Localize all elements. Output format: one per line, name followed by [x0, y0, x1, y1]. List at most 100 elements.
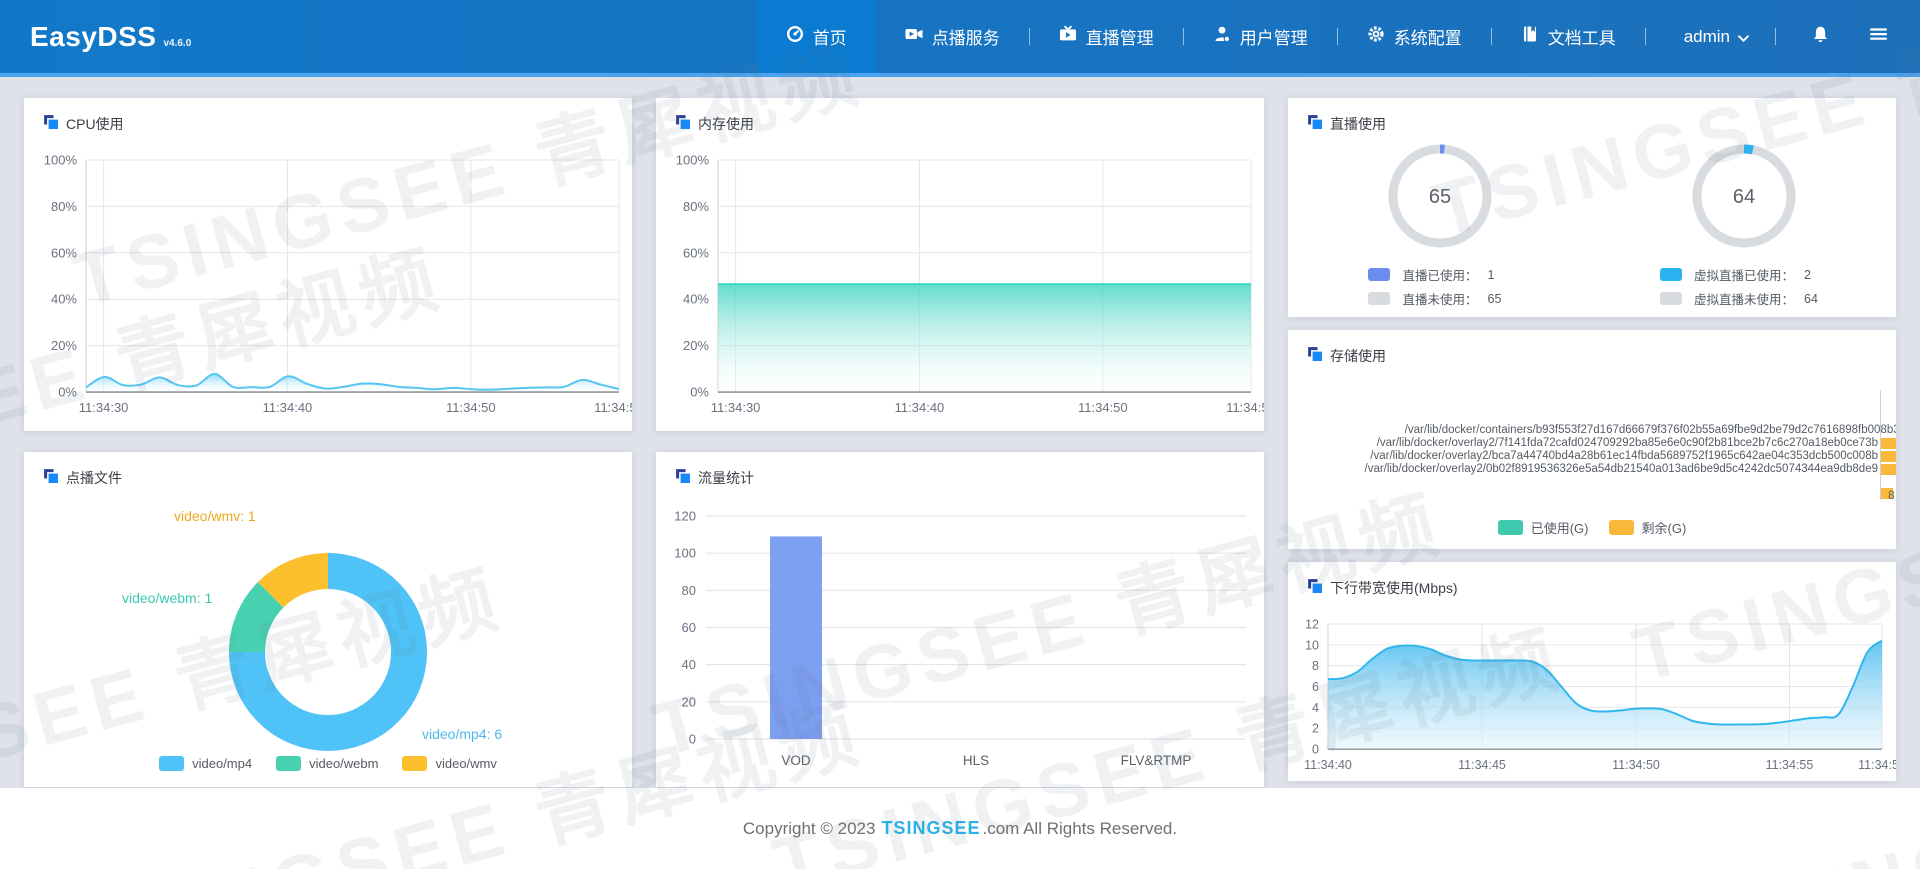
navbar-accent-strip: [0, 73, 1920, 77]
legend-label: 已使用(G): [1530, 521, 1589, 536]
app-version: v4.6.0: [163, 37, 192, 49]
nav-divider: [1775, 28, 1776, 45]
legend-item-mp4[interactable]: video/mp4: [159, 756, 252, 771]
nav-label: 点播服务: [931, 29, 1000, 48]
legend-item-used[interactable]: 已使用(G): [1497, 518, 1589, 537]
storage-axis-tick: 8: [1888, 488, 1895, 502]
column-right: 直播使用 65 直播已使用： 1 直播未使用： 65 64 虚拟直播已使用： 2…: [1288, 98, 1896, 787]
hamburger-icon: [1869, 25, 1888, 48]
panel-chart-icon: [1308, 578, 1322, 598]
storage-bar-remaining: [1881, 451, 1896, 462]
legend-row: 虚拟直播未使用： 64: [1659, 289, 1828, 308]
storage-path: /var/lib/docker/overlay2/7f141fda72cafd0…: [1376, 437, 1878, 449]
storage-path: /var/lib/docker/containers/b93f553f27d16…: [1404, 424, 1896, 436]
panel-title: 流量统计: [698, 470, 754, 486]
svg-text:4: 4: [1312, 701, 1319, 715]
storage-path-labels: /var/lib/docker/containers/b93f553f27d16…: [1288, 424, 1897, 476]
legend-label: video/wmv: [435, 756, 497, 771]
svg-text:11:34:30: 11:34:30: [711, 400, 761, 415]
svg-text:11:34:58: 11:34:58: [1858, 758, 1896, 772]
svg-text:100%: 100%: [44, 153, 78, 168]
footer-brand-logo: TSINGSEE: [881, 818, 981, 838]
virtual-live-gauge: 64: [1688, 140, 1800, 257]
legend-label: 剩余(G): [1641, 521, 1687, 536]
page-footer: Copyright © 2023 TSINGSEE .com All Right…: [0, 788, 1920, 869]
svg-text:8: 8: [1312, 659, 1319, 673]
panel-header: 内存使用: [656, 98, 1264, 134]
legend-swatch: [159, 756, 185, 771]
panel-title: 点播文件: [66, 470, 122, 486]
legend-row: 虚拟直播已使用： 2: [1659, 265, 1828, 284]
svg-text:100: 100: [674, 546, 696, 561]
nav-item-live-management[interactable]: 直播管理: [1030, 0, 1183, 73]
svg-text:80%: 80%: [51, 199, 77, 214]
legend-swatch: [276, 756, 302, 771]
chevron-down-icon: [1738, 27, 1749, 47]
panel-header: CPU使用: [24, 98, 632, 134]
nav-label: 系统配置: [1393, 29, 1462, 48]
legend-value: 65: [1487, 291, 1502, 306]
vod-legend: video/mp4 video/webm video/wmv: [24, 756, 632, 771]
legend-label: 直播已使用：: [1402, 269, 1478, 283]
svg-text:11:34:40: 11:34:40: [895, 400, 945, 415]
svg-text:10: 10: [1305, 638, 1319, 652]
panel-header: 存储使用: [1288, 330, 1896, 366]
app-title: EasyDSS: [30, 20, 157, 52]
svg-text:11:34:50: 11:34:50: [1612, 758, 1660, 772]
panel-header: 点播文件: [24, 452, 632, 488]
nav-item-home[interactable]: 首页: [756, 0, 876, 73]
svg-text:100%: 100%: [676, 153, 710, 168]
navbar-right: admin: [1646, 17, 1898, 57]
panel-traffic-stats: 流量统计 0 20 40 60 80 100 120 VOD HLS FLV&RTMP: [656, 452, 1264, 787]
legend-item-remaining[interactable]: 剩余(G): [1608, 518, 1687, 537]
svg-text:11:34:40: 11:34:40: [263, 400, 313, 415]
nav-label: 文档工具: [1547, 29, 1616, 48]
svg-text:65: 65: [1429, 186, 1451, 208]
dashboard-icon: [786, 25, 804, 48]
storage-bar-remaining: [1881, 464, 1896, 475]
legend-item-wmv[interactable]: video/wmv: [402, 756, 497, 771]
legend-label: 虚拟直播已使用：: [1693, 269, 1794, 283]
live-tv-icon: [1059, 25, 1077, 48]
user-menu[interactable]: admin: [1684, 27, 1749, 47]
svg-text:60%: 60%: [51, 245, 77, 260]
top-navbar: EasyDSS v4.6.0 首页 点播服务 直播管理 用户管理 系统配置 文档…: [0, 0, 1920, 73]
nav-item-system-config[interactable]: 系统配置: [1338, 0, 1491, 73]
legend-row: 直播已使用： 1: [1368, 265, 1511, 284]
svg-text:HLS: HLS: [963, 753, 989, 768]
legend-swatch: [1659, 268, 1682, 281]
svg-text:0%: 0%: [690, 385, 709, 400]
nav-label: 用户管理: [1239, 29, 1308, 48]
svg-text:20%: 20%: [683, 338, 709, 353]
panel-chart-icon: [44, 468, 58, 488]
svg-text:40: 40: [682, 657, 696, 672]
legend-swatch: [1497, 520, 1523, 535]
panel-vod-files: 点播文件 video/wmv: 1 video/webm: 1 video/mp…: [24, 452, 632, 787]
traffic-bar-chart: 0 20 40 60 80 100 120 VOD HLS FLV&RTMP: [656, 496, 1264, 785]
notifications-button[interactable]: [1800, 17, 1840, 57]
nav-item-vod-service[interactable]: 点播服务: [876, 0, 1029, 73]
menu-button[interactable]: [1858, 17, 1898, 57]
panel-title: 直播使用: [1330, 116, 1386, 132]
storage-path: /var/lib/docker/overlay2/0b02f8919536326…: [1364, 463, 1879, 475]
nav-item-user-management[interactable]: 用户管理: [1184, 0, 1337, 73]
legend-item-webm[interactable]: video/webm: [276, 756, 378, 771]
panel-chart-icon: [676, 114, 690, 134]
copyright-prefix: Copyright © 2023: [742, 818, 876, 838]
app-logo[interactable]: EasyDSS v4.6.0: [30, 21, 191, 53]
panel-live-usage: 直播使用 65 直播已使用： 1 直播未使用： 65 64 虚拟直播已使用： 2…: [1288, 98, 1896, 317]
legend-label: 直播未使用：: [1402, 293, 1478, 307]
storage-bar-remaining: [1881, 438, 1896, 449]
virtual-live-gauge-legend: 虚拟直播已使用： 2 虚拟直播未使用： 64: [1659, 265, 1828, 308]
panel-header: 流量统计: [656, 452, 1264, 488]
bell-icon: [1811, 25, 1830, 49]
nav-item-doc-tools[interactable]: 文档工具: [1492, 0, 1645, 73]
panel-title: 下行带宽使用(Mbps): [1330, 580, 1458, 596]
panel-downstream-bandwidth: 下行带宽使用(Mbps) 0 2 4 6 8 10 12 11:34:40 11:34:45 11…: [1288, 562, 1896, 781]
donut-callout-webm: video/webm: 1: [122, 590, 213, 606]
svg-text:120: 120: [674, 509, 696, 524]
svg-text:11:34:45: 11:34:45: [1458, 758, 1506, 772]
document-icon: [1521, 25, 1539, 48]
storage-path: /var/lib/docker/overlay2/bca7a44740bd4a2…: [1370, 450, 1878, 462]
svg-text:80%: 80%: [683, 199, 709, 214]
